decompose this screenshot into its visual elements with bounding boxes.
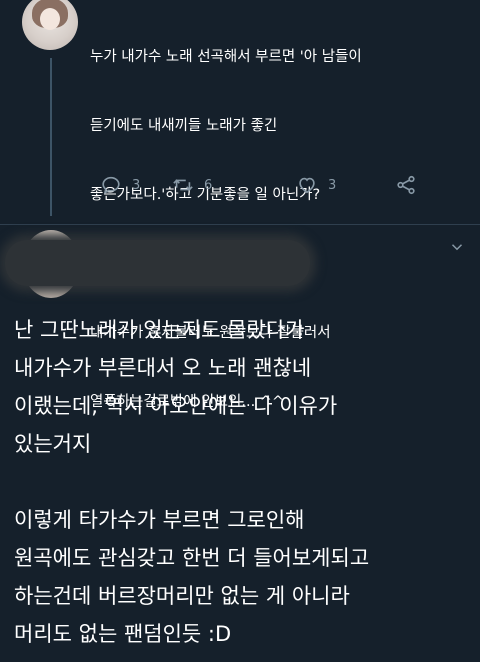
retweet-button[interactable]: 6 [172,174,212,196]
avatar-face [40,8,60,30]
tweet-line: 하는건데 버르장머리만 없는 게 아니라 [14,584,350,608]
reply-button[interactable]: 3 [100,174,140,196]
tweet-divider [0,224,480,225]
tweet-line: 누가 내가수 노래 선곡해서 부르면 '아 남들이 [90,49,362,65]
tweet-line: 난 그딴노래가 있는지도 몰랐다가 [14,318,305,342]
tweet-line: 이렇게 타가수가 부르면 그로인해 [14,508,305,532]
tweet-line: 머리도 없는 팬덤인듯 :D [14,622,232,646]
retweet-count: 6 [204,177,213,193]
share-icon [397,175,415,195]
chevron-down-icon [451,244,463,251]
tweet-line: 내가수가 부른대서 오 노래 괜찮네 [14,356,312,380]
reply-count: 3 [132,177,141,193]
thread-line [50,58,52,216]
heart-icon [299,177,315,194]
tweet-menu-button[interactable] [448,238,466,256]
share-button[interactable] [395,174,417,196]
tweet-line: 원곡에도 관심갖고 한번 더 들어보게되고 [14,546,370,570]
tweet-line: 듣기에도 내새끼들 노래가 좋긴 [90,118,278,134]
tweet-line: 이랬는데, 역시 아오안에는 다 이유가 [14,394,338,418]
tweet-line: 있는거지 [14,432,92,456]
retweet-icon [173,179,193,191]
reply-icon [102,176,120,195]
like-count: 3 [328,177,337,193]
redacted-username [5,240,310,286]
like-button[interactable]: 3 [296,174,336,196]
tweet-actions: 3 6 3 [100,172,430,200]
avatar[interactable] [22,0,78,50]
